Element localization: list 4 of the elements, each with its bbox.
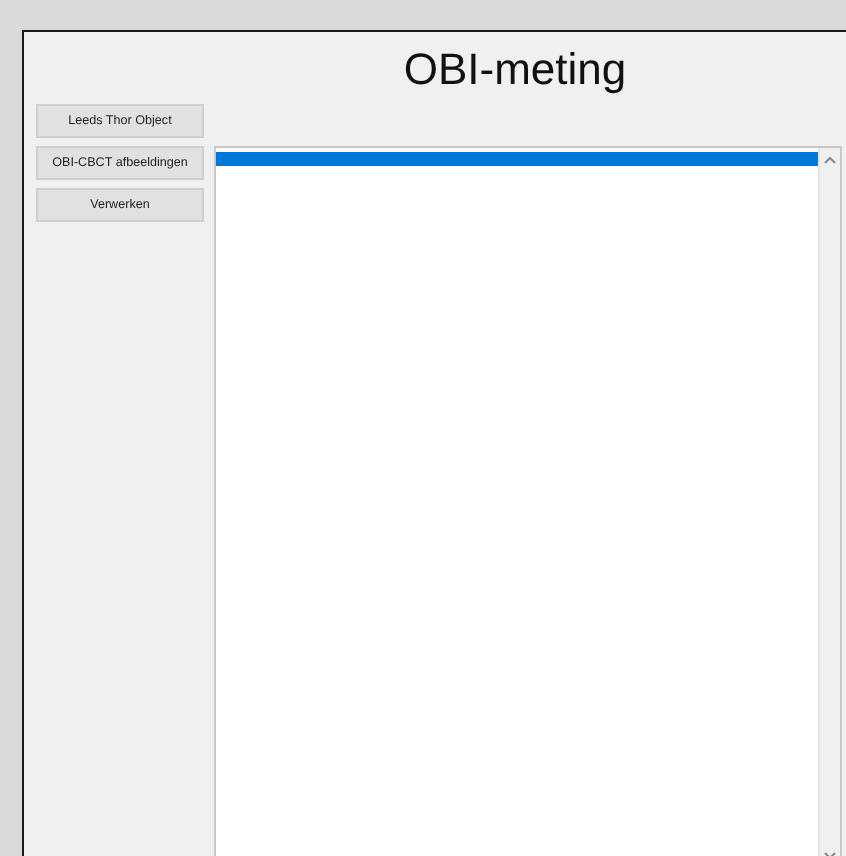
list-box[interactable]	[214, 146, 842, 856]
window-title: OBI-meting	[403, 44, 627, 96]
scrollbar[interactable]	[818, 148, 840, 856]
scroll-up-icon[interactable]	[824, 156, 836, 164]
